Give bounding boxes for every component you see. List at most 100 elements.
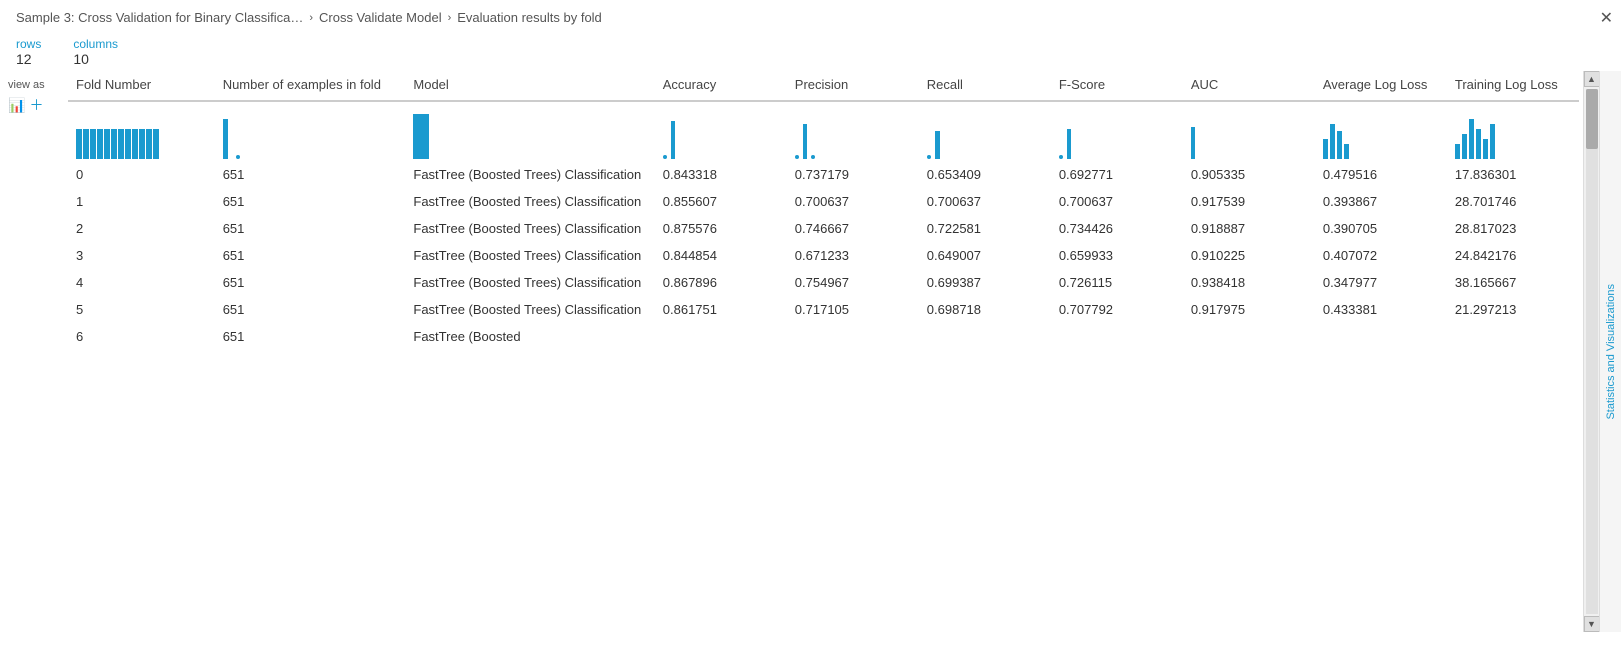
table-header-row: Fold Number Number of examples in fold M…	[68, 71, 1579, 101]
statistics-visualizations-label[interactable]: Statistics and Visualizations	[1605, 284, 1617, 420]
cell-precision: 0.671233	[787, 242, 919, 269]
cell-accuracy: 0.867896	[655, 269, 787, 296]
col-header-recall: Recall	[919, 71, 1051, 101]
cell-auc: 0.910225	[1183, 242, 1315, 269]
table-body: 0651FastTree (Boosted Trees) Classificat…	[68, 161, 1579, 350]
cell-traininglogloss: 21.297213	[1447, 296, 1579, 323]
cell-recall: 0.722581	[919, 215, 1051, 242]
data-table-container: Fold Number Number of examples in fold M…	[64, 71, 1583, 632]
cell-fscore: 0.659933	[1051, 242, 1183, 269]
viz-fscore	[1051, 101, 1183, 161]
viz-auc	[1183, 101, 1315, 161]
cell-accuracy: 0.843318	[655, 161, 787, 188]
table-row: 5651FastTree (Boosted Trees) Classificat…	[68, 296, 1579, 323]
col-header-fscore: F-Score	[1051, 71, 1183, 101]
col-header-auc: AUC	[1183, 71, 1315, 101]
cell-avglogloss: 0.433381	[1315, 296, 1447, 323]
cell-traininglogloss: 17.836301	[1447, 161, 1579, 188]
columns-label: columns	[73, 37, 118, 51]
breadcrumb: Sample 3: Cross Validation for Binary Cl…	[0, 0, 1621, 31]
columns-meta: columns 10	[73, 37, 118, 67]
cell-examples: 651	[215, 215, 406, 242]
cell-traininglogloss: 24.842176	[1447, 242, 1579, 269]
breadcrumb-part2: Cross Validate Model	[319, 10, 442, 25]
col-header-traininglogloss: Training Log Loss	[1447, 71, 1579, 101]
cell-fold: 1	[68, 188, 215, 215]
cell-fold: 0	[68, 161, 215, 188]
table-row: 3651FastTree (Boosted Trees) Classificat…	[68, 242, 1579, 269]
cell-avglogloss: 0.407072	[1315, 242, 1447, 269]
table-row: 6651FastTree (Boosted	[68, 323, 1579, 350]
close-button[interactable]: ✕	[1600, 8, 1613, 28]
cell-fscore: 0.700637	[1051, 188, 1183, 215]
cell-fold: 5	[68, 296, 215, 323]
cell-auc: 0.938418	[1183, 269, 1315, 296]
cell-examples: 651	[215, 296, 406, 323]
cell-model: FastTree (Boosted Trees) Classification	[405, 242, 654, 269]
viz-avglogloss	[1315, 101, 1447, 161]
right-sidebar[interactable]: Statistics and Visualizations	[1599, 71, 1621, 632]
cell-model: FastTree (Boosted Trees) Classification	[405, 269, 654, 296]
viz-fold	[68, 101, 215, 161]
cell-precision: 0.754967	[787, 269, 919, 296]
scroll-up-button[interactable]: ▲	[1584, 71, 1600, 87]
cell-recall: 0.649007	[919, 242, 1051, 269]
cell-fscore: 0.726115	[1051, 269, 1183, 296]
cell-model: FastTree (Boosted Trees) Classification	[405, 296, 654, 323]
cell-avglogloss: 0.393867	[1315, 188, 1447, 215]
chart-view-icon[interactable]: 📊	[8, 97, 25, 114]
cell-recall: 0.700637	[919, 188, 1051, 215]
cell-model: FastTree (Boosted	[405, 323, 654, 350]
cell-fold: 6	[68, 323, 215, 350]
breadcrumb-part3: Evaluation results by fold	[457, 10, 602, 25]
cell-precision	[787, 323, 919, 350]
col-header-examples: Number of examples in fold	[215, 71, 406, 101]
cell-accuracy: 0.855607	[655, 188, 787, 215]
cell-accuracy	[655, 323, 787, 350]
rows-meta: rows 12	[16, 37, 41, 67]
cell-examples: 651	[215, 323, 406, 350]
cell-fscore: 0.707792	[1051, 296, 1183, 323]
grid-view-icon[interactable]: ＋	[29, 95, 43, 115]
rows-value: 12	[16, 51, 32, 67]
view-as-label: view as	[8, 79, 45, 91]
table-row: 2651FastTree (Boosted Trees) Classificat…	[68, 215, 1579, 242]
cell-accuracy: 0.861751	[655, 296, 787, 323]
viz-precision	[787, 101, 919, 161]
scrollbar[interactable]: ▲ ▼	[1583, 71, 1599, 632]
col-header-avglogloss: Average Log Loss	[1315, 71, 1447, 101]
col-header-model: Model	[405, 71, 654, 101]
scroll-thumb[interactable]	[1586, 89, 1598, 149]
cell-precision: 0.700637	[787, 188, 919, 215]
cell-traininglogloss: 38.165667	[1447, 269, 1579, 296]
results-table: Fold Number Number of examples in fold M…	[68, 71, 1579, 350]
scroll-down-button[interactable]: ▼	[1584, 616, 1600, 632]
cell-recall	[919, 323, 1051, 350]
cell-accuracy: 0.875576	[655, 215, 787, 242]
cell-avglogloss: 0.390705	[1315, 215, 1447, 242]
cell-examples: 651	[215, 161, 406, 188]
cell-traininglogloss	[1447, 323, 1579, 350]
cell-recall: 0.653409	[919, 161, 1051, 188]
cell-precision: 0.746667	[787, 215, 919, 242]
cell-precision: 0.737179	[787, 161, 919, 188]
viz-traininglogloss	[1447, 101, 1579, 161]
viz-row	[68, 101, 1579, 161]
breadcrumb-sep1: ›	[309, 12, 313, 24]
table-row: 4651FastTree (Boosted Trees) Classificat…	[68, 269, 1579, 296]
scroll-track	[1586, 89, 1598, 614]
cell-traininglogloss: 28.817023	[1447, 215, 1579, 242]
cell-fold: 3	[68, 242, 215, 269]
col-header-precision: Precision	[787, 71, 919, 101]
table-row: 0651FastTree (Boosted Trees) Classificat…	[68, 161, 1579, 188]
viz-recall	[919, 101, 1051, 161]
cell-accuracy: 0.844854	[655, 242, 787, 269]
breadcrumb-part1: Sample 3: Cross Validation for Binary Cl…	[16, 10, 303, 25]
cell-avglogloss: 0.479516	[1315, 161, 1447, 188]
cell-fold: 2	[68, 215, 215, 242]
cell-recall: 0.698718	[919, 296, 1051, 323]
cell-fscore: 0.692771	[1051, 161, 1183, 188]
cell-auc: 0.917975	[1183, 296, 1315, 323]
cell-examples: 651	[215, 269, 406, 296]
col-header-fold: Fold Number	[68, 71, 215, 101]
